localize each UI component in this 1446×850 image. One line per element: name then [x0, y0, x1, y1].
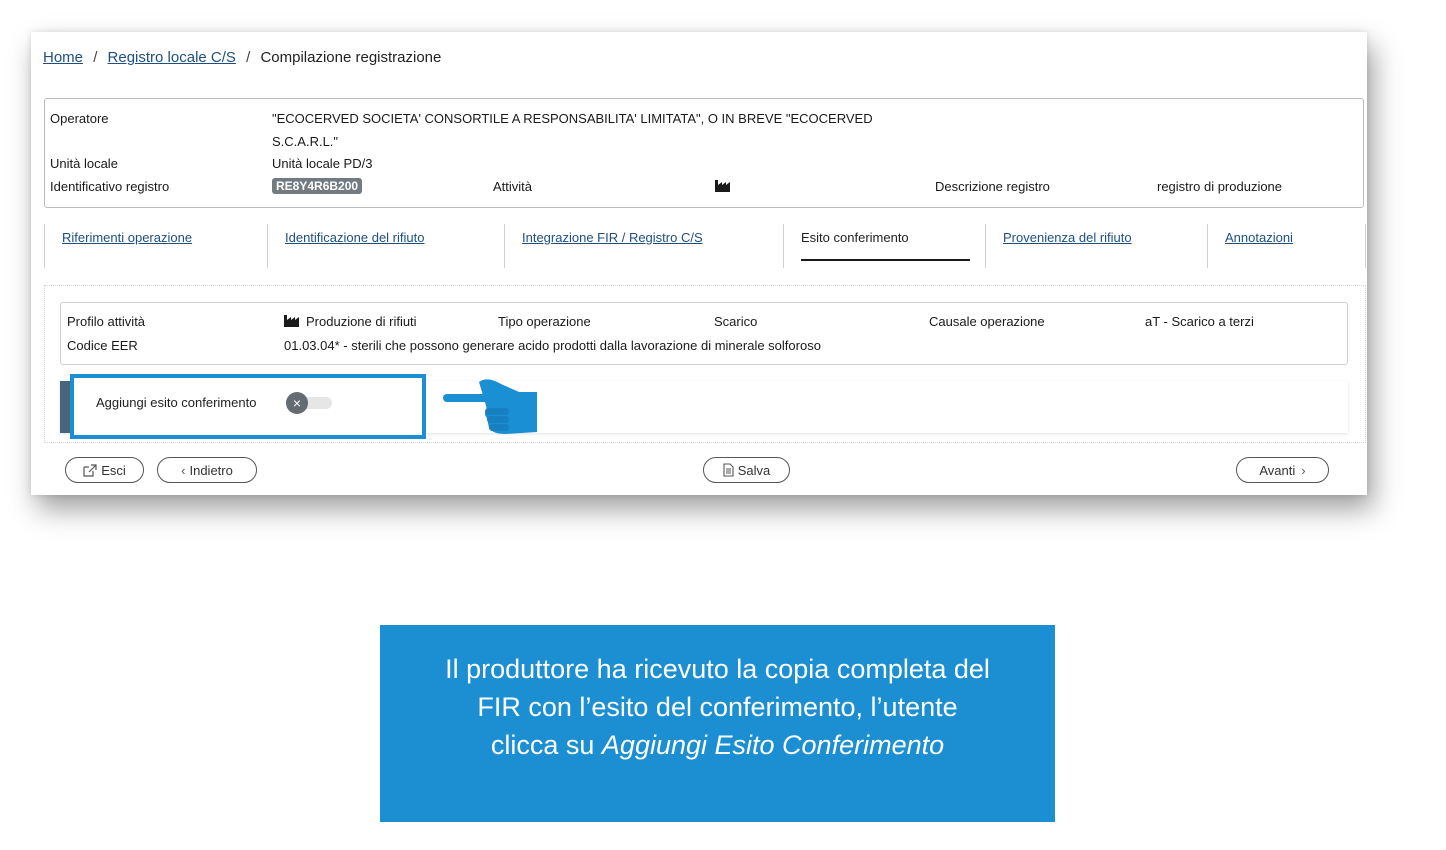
- callout-line-1: Il produttore ha ricevuto la copia compl…: [445, 654, 990, 684]
- tab-riferimenti-operazione[interactable]: Riferimenti operazione: [44, 224, 267, 268]
- codice-eer-value: 01.03.04* - sterili che possono generare…: [284, 338, 821, 353]
- callout-emphasis: Aggiungi Esito Conferimento: [601, 730, 945, 760]
- tab-label: Esito conferimento: [801, 230, 909, 245]
- descrizione-label: Descrizione registro: [935, 179, 1050, 194]
- document-icon: [723, 458, 734, 484]
- operatore-label: Operatore: [50, 111, 109, 126]
- esci-button[interactable]: Esci: [65, 457, 144, 483]
- tab-label: Integrazione FIR / Registro C/S: [522, 230, 703, 245]
- salva-button[interactable]: Salva: [703, 457, 790, 483]
- section-tabs: Riferimenti operazione Identificazione d…: [44, 224, 1366, 270]
- tipo-operazione-label: Tipo operazione: [498, 314, 591, 329]
- operatore-value-line2: S.C.A.R.L.": [272, 134, 339, 149]
- factory-icon: [284, 313, 301, 330]
- aggiungi-esito-toggle[interactable]: ×: [286, 392, 334, 414]
- avanti-label: Avanti: [1259, 463, 1296, 478]
- tab-provenienza-rifiuto[interactable]: Provenienza del rifiuto: [985, 224, 1206, 268]
- tab-label: Riferimenti operazione: [62, 230, 193, 245]
- external-link-icon: [83, 458, 97, 484]
- breadcrumb-separator: /: [246, 49, 251, 66]
- chevron-right-icon: ›: [1301, 463, 1306, 478]
- identificativo-label: Identificativo registro: [50, 179, 170, 194]
- tab-identificazione-rifiuto[interactable]: Identificazione del rifiuto: [267, 224, 504, 268]
- tab-integrazione-fir[interactable]: Integrazione FIR / Registro C/S: [504, 224, 784, 268]
- operatore-value-line1: "ECOCERVED SOCIETA' CONSORTILE A RESPONS…: [272, 111, 873, 126]
- callout-line-3: clicca su Aggiungi Esito Conferimento: [380, 726, 1055, 764]
- toggle-highlight-box: Aggiungi esito conferimento ×: [70, 374, 426, 439]
- instruction-callout: Il produttore ha ricevuto la copia compl…: [380, 625, 1055, 822]
- tab-annotazioni[interactable]: Annotazioni: [1207, 224, 1363, 268]
- tab-label: Annotazioni: [1225, 230, 1293, 245]
- register-info-box: Operatore "ECOCERVED SOCIETA' CONSORTILE…: [44, 98, 1364, 208]
- profilo-value: Produzione di rifiuti: [306, 314, 417, 329]
- factory-icon: [715, 178, 732, 195]
- chevron-left-icon: ‹: [181, 463, 186, 478]
- unita-locale-value: Unità locale PD/3: [272, 156, 373, 171]
- tipo-operazione-value: Scarico: [714, 314, 758, 329]
- pointing-hand-icon: [441, 374, 539, 441]
- identificativo-badge: RE8Y4R6B200: [272, 178, 363, 194]
- breadcrumb-current: Compilazione registrazione: [260, 49, 442, 66]
- causale-value: aT - Scarico a terzi: [1145, 314, 1254, 329]
- esci-label: Esci: [101, 463, 126, 478]
- breadcrumb: Home / Registro locale C/S / Compilazion…: [43, 49, 441, 66]
- callout-line-3-prefix: clicca su: [490, 730, 602, 760]
- close-icon: ×: [286, 392, 308, 414]
- breadcrumb-home-link[interactable]: Home: [43, 49, 83, 66]
- aggiungi-esito-label: Aggiungi esito conferimento: [96, 395, 257, 410]
- salva-label: Salva: [737, 463, 771, 478]
- avanti-button[interactable]: Avanti ›: [1236, 457, 1329, 483]
- breadcrumb-separator: /: [93, 49, 98, 66]
- indietro-label: Indietro: [189, 463, 233, 478]
- breadcrumb-registro-link[interactable]: Registro locale C/S: [108, 49, 236, 66]
- callout-line-2: FIR con l’esito del conferimento, l’uten…: [477, 692, 958, 722]
- operation-summary: Profilo attività Produzione di rifiuti T…: [60, 302, 1348, 365]
- tabs-end-divider: [1365, 224, 1366, 268]
- causale-label: Causale operazione: [929, 314, 1045, 329]
- codice-eer-label: Codice EER: [67, 338, 138, 353]
- tab-label: Provenienza del rifiuto: [1003, 230, 1132, 245]
- tab-esito-conferimento[interactable]: Esito conferimento: [783, 224, 986, 268]
- indietro-button[interactable]: ‹ Indietro: [157, 457, 257, 483]
- profilo-label: Profilo attività: [67, 314, 146, 329]
- tab-label: Identificazione del rifiuto: [285, 230, 425, 245]
- descrizione-value: registro di produzione: [1157, 179, 1283, 194]
- unita-locale-label: Unità locale: [50, 156, 118, 171]
- row-accent-stripe: [60, 381, 70, 433]
- attivita-label: Attività: [493, 179, 533, 194]
